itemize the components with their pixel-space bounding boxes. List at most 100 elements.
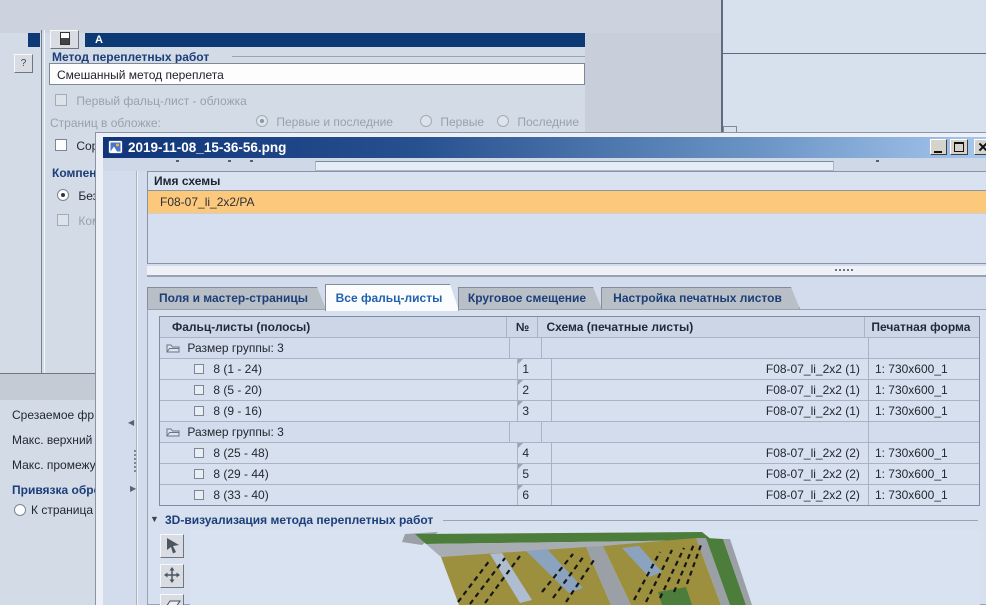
- sheet-press-form: 1: 730x600_1: [874, 383, 948, 397]
- viz-pan-tool-button[interactable]: [160, 564, 184, 588]
- max-top-label: Макс. верхний: [12, 433, 93, 447]
- compensation-checkbox[interactable]: [57, 214, 69, 226]
- right-panel-divider: [723, 53, 986, 54]
- column-header-folding-sheets[interactable]: Фальц-листы (полосы): [160, 317, 508, 337]
- sort-checkbox[interactable]: [55, 139, 67, 151]
- sheet-number[interactable]: 2: [518, 380, 553, 400]
- folding-sheets-table: Фальц-листы (полосы) № Схема (печатные л…: [159, 316, 980, 506]
- binding-group-label: Метод переплетных работ: [52, 50, 210, 64]
- bg-toolbar-button[interactable]: [50, 30, 79, 49]
- bg-panel-border-dark: [41, 30, 42, 373]
- bg-help-button[interactable]: ?: [14, 54, 33, 73]
- row-checkbox[interactable]: [194, 406, 204, 416]
- viz-3d-canvas[interactable]: [190, 530, 980, 605]
- sheet-name: 8 (33 - 40): [213, 488, 269, 502]
- row-checkbox[interactable]: [194, 385, 204, 395]
- document-icon: [59, 31, 70, 45]
- scheme-panel-header: Имя схемы: [148, 172, 986, 191]
- table-row[interactable]: 8 (5 - 20) 2 F08-07_li_2x2 (1) 1: 730x60…: [160, 380, 979, 401]
- row-checkbox[interactable]: [194, 448, 204, 458]
- trim-label: Срезаемое фр: [12, 408, 95, 422]
- sheet-press-form: 1: 730x600_1: [874, 362, 948, 376]
- radio-first-last[interactable]: [256, 115, 268, 127]
- compensation-group-label: Компен: [52, 166, 97, 180]
- sheet-scheme: F08-07_li_2x2 (2): [552, 464, 869, 484]
- sheet-number[interactable]: 1: [518, 359, 553, 379]
- sheet-number[interactable]: 3: [518, 401, 553, 421]
- minimize-button[interactable]: [930, 139, 947, 155]
- viz-sheet-tool-button[interactable]: [160, 594, 184, 605]
- sheet-name: 8 (25 - 48): [213, 446, 269, 460]
- compensation-none-radio[interactable]: [57, 189, 69, 201]
- table-group-row[interactable]: Размер группы: 3: [160, 338, 979, 359]
- viz-section-rule: [443, 520, 978, 521]
- sheet-name: 8 (29 - 44): [213, 467, 269, 481]
- left-splitter-line-hl: [137, 171, 138, 605]
- table-row[interactable]: 8 (29 - 44) 5 F08-07_li_2x2 (2) 1: 730x6…: [160, 464, 979, 485]
- right-background-panel: [723, 0, 986, 139]
- sheet-number[interactable]: 4: [518, 443, 553, 463]
- anchor-group-label: Привязка обре: [12, 483, 95, 497]
- bg-column-header-label: A: [95, 34, 103, 46]
- sheet-plane-icon: [166, 600, 181, 605]
- viz-collapse-triangle[interactable]: ▼: [150, 514, 159, 524]
- column-header-number[interactable]: №: [507, 317, 539, 337]
- splitter-grip[interactable]: [134, 448, 136, 474]
- sheet-number[interactable]: 5: [518, 464, 553, 484]
- first-cover-checkbox[interactable]: [55, 94, 67, 106]
- splitter-collapse-left-arrow[interactable]: ◀: [128, 418, 134, 427]
- row-checkbox[interactable]: [194, 490, 204, 500]
- pages-cover-radio-first[interactable]: Первые: [420, 115, 484, 129]
- maximize-button[interactable]: [950, 139, 968, 155]
- binding-method-combo[interactable]: Смешанный метод переплета: [49, 63, 585, 85]
- tab-fields-master-pages[interactable]: Поля и мастер-страницы: [147, 287, 326, 309]
- scheme-panel: Имя схемы F08-07_li_2x2/PA: [147, 171, 986, 264]
- viz-select-tool-button[interactable]: [160, 534, 184, 558]
- table-row[interactable]: 8 (9 - 16) 3 F08-07_li_2x2 (1) 1: 730x60…: [160, 401, 979, 422]
- sheet-scheme: F08-07_li_2x2 (1): [552, 401, 869, 421]
- tab-circular-offset[interactable]: Круговое смещение: [458, 287, 602, 309]
- table-row[interactable]: 8 (1 - 24) 1 F08-07_li_2x2 (1) 1: 730x60…: [160, 359, 979, 380]
- image-window-titlebar[interactable]: 2019-11-08_15-36-56.png: [103, 137, 986, 158]
- radio-first-last-label: Первые и последние: [276, 115, 393, 129]
- bg-column-header-bar: A: [85, 33, 585, 47]
- close-button[interactable]: [974, 139, 986, 155]
- table-row[interactable]: 8 (25 - 48) 4 F08-07_li_2x2 (2) 1: 730x6…: [160, 443, 979, 464]
- sheet-number[interactable]: 6: [518, 485, 553, 505]
- scheme-splitter-grip[interactable]: [835, 269, 853, 271]
- scheme-selected-row[interactable]: F08-07_li_2x2/PA: [148, 191, 986, 214]
- to-page-radio[interactable]: [14, 504, 26, 516]
- image-window-title: 2019-11-08_15-36-56.png: [128, 140, 287, 155]
- group-row-label: Размер группы: 3: [187, 341, 284, 355]
- radio-last[interactable]: [497, 115, 509, 127]
- radio-first[interactable]: [420, 115, 432, 127]
- column-header-scheme[interactable]: Схема (печатные листы): [538, 317, 866, 337]
- bg-navy-bar-fragment: [28, 33, 40, 47]
- toolbar-remnant-dot: [228, 160, 231, 162]
- toolbar-remnant-dot: [176, 160, 179, 162]
- pages-cover-radio-last[interactable]: Последние: [497, 115, 579, 129]
- splitter-collapse-right-arrow[interactable]: ▶: [130, 484, 136, 493]
- tab-press-sheet-settings[interactable]: Настройка печатных листов: [601, 287, 800, 309]
- image-file-icon: [108, 140, 123, 154]
- table-group-row[interactable]: Размер группы: 3: [160, 422, 979, 443]
- tab-all-folding-sheets[interactable]: Все фальц-листы: [325, 284, 459, 311]
- bg-left-labels: Срезаемое фр Макс. верхний Макс. промежу…: [0, 400, 95, 605]
- row-checkbox[interactable]: [194, 469, 204, 479]
- max-gap-label: Макс. промежу: [12, 458, 95, 472]
- sheet-press-form: 1: 730x600_1: [874, 446, 948, 460]
- sheet-name: 8 (1 - 24): [213, 362, 263, 376]
- table-row[interactable]: 8 (33 - 40) 6 F08-07_li_2x2 (2) 1: 730x6…: [160, 485, 979, 505]
- move-arrows-icon: [164, 566, 180, 583]
- radio-last-label: Последние: [517, 115, 580, 129]
- sheet-scheme: F08-07_li_2x2 (1): [552, 359, 869, 379]
- tab-label: Настройка печатных листов: [613, 291, 782, 305]
- sheet-name: 8 (5 - 20): [213, 383, 263, 397]
- scheme-splitter-bar[interactable]: [147, 266, 986, 277]
- folder-icon: [166, 344, 180, 353]
- pages-cover-radio-first-last[interactable]: Первые и последние: [256, 115, 393, 129]
- column-header-press-form[interactable]: Печатная форма: [865, 317, 979, 337]
- bg-panel-border-light: [44, 30, 45, 373]
- binding-group-rule: [232, 56, 585, 57]
- row-checkbox[interactable]: [194, 364, 204, 374]
